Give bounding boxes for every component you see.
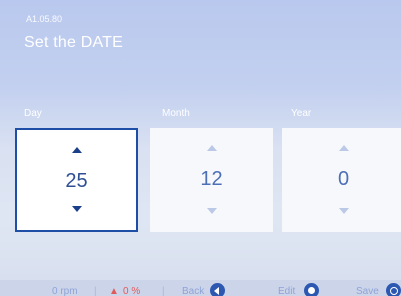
warning-icon: ▲ [109,286,119,296]
status-bar: 0 rpm | ▲ 0 % | Back Edit Save [0,280,401,296]
day-label: Day [24,108,42,119]
month-value: 12 [200,168,223,190]
alarm-percent: 0 % [123,286,141,296]
month-label: Month [162,108,190,119]
separator: | [162,286,165,296]
save-icon[interactable] [386,283,401,296]
page-title: Set the DATE [24,34,124,51]
edit-icon[interactable] [304,283,319,296]
back-icon[interactable] [210,283,225,296]
rpm-readout: 0 rpm [52,286,78,296]
year-value: 0 [337,168,350,190]
back-button-label[interactable]: Back [182,286,204,296]
year-increment-icon[interactable] [338,145,349,151]
day-increment-icon[interactable] [71,147,82,153]
edit-button-label[interactable]: Edit [278,286,295,296]
day-value: 25 [65,170,88,192]
month-decrement-icon[interactable] [206,208,217,214]
month-increment-icon[interactable] [206,145,217,151]
save-button-label[interactable]: Save [356,286,379,296]
year-label: Year [291,108,312,119]
year-decrement-icon[interactable] [338,208,349,214]
day-decrement-icon[interactable] [71,206,82,212]
day-field[interactable]: 25 [15,128,138,232]
screen-code: A1.05.80 [26,14,63,24]
separator: | [94,286,97,296]
device-screen: A1.05.80 Set the DATE Day Month Year 25 … [0,0,401,296]
year-field[interactable]: 0 [282,128,401,232]
month-field[interactable]: 12 [150,128,273,232]
